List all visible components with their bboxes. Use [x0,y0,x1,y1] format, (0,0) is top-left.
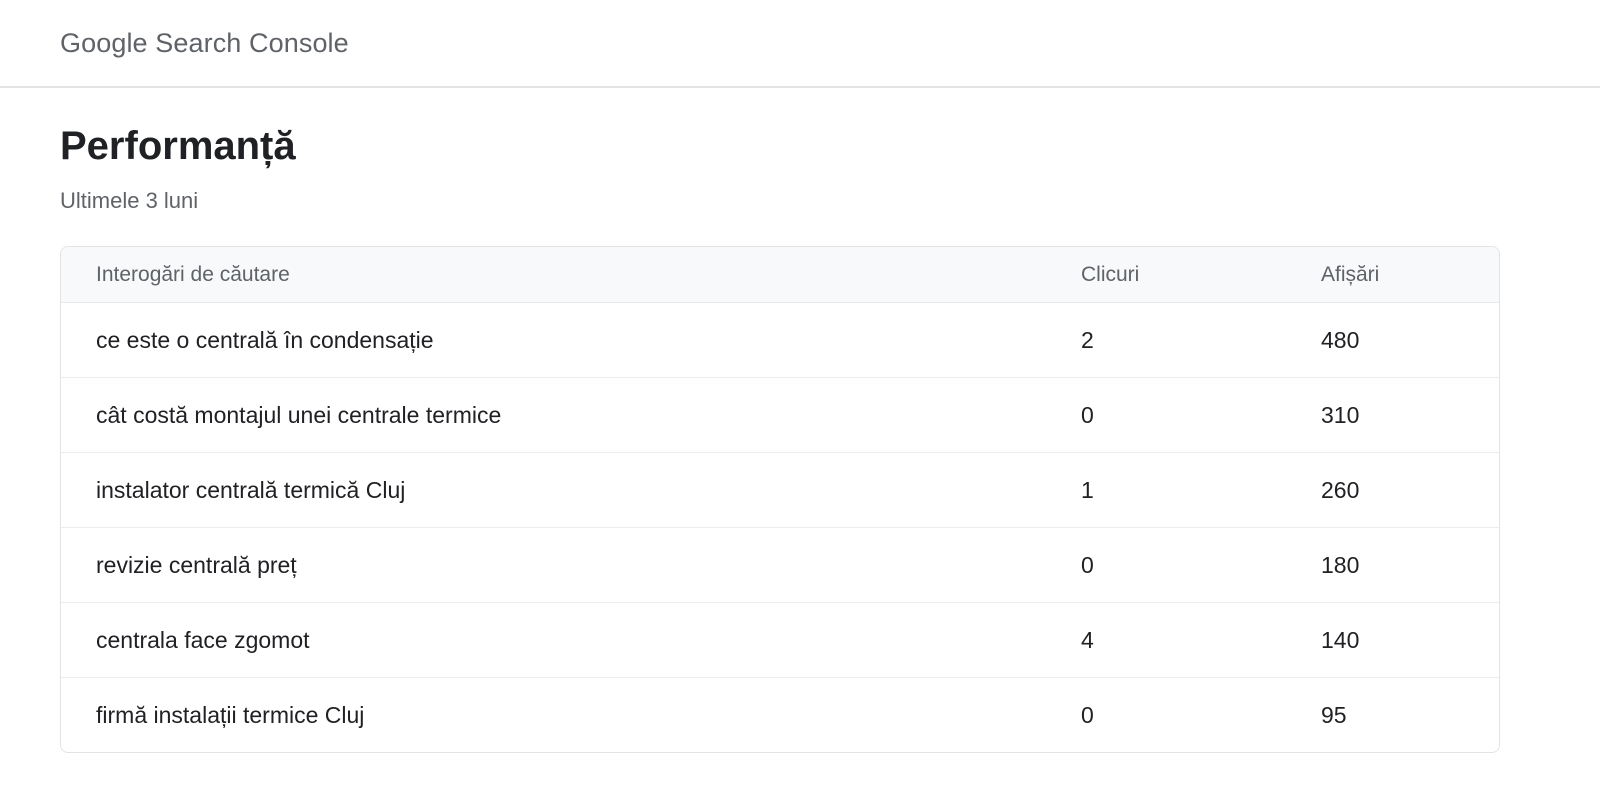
main-content: Performanță Ultimele 3 luni Interogări d… [0,88,1600,753]
date-range-label: Ultimele 3 luni [60,188,199,213]
query-cell: revizie centrală preț [96,551,297,578]
clicks-cell: 1 [1081,476,1094,503]
query-cell: centrala face zgomot [96,626,310,653]
impressions-cell: 95 [1321,701,1347,728]
impressions-cell: 140 [1321,626,1360,653]
clicks-cell: 2 [1081,326,1094,353]
impressions-cell: 310 [1321,401,1360,428]
table-row[interactable]: instalator centrală termică Cluj 1 260 [61,453,1499,528]
table-row[interactable]: firmă instalații termice Cluj 0 95 [61,678,1499,752]
clicks-cell: 4 [1081,626,1094,653]
table-row[interactable]: cât costă montajul unei centrale termice… [61,378,1499,453]
table-row[interactable]: ce este o centrală în condensație 2 480 [61,303,1499,378]
table-row[interactable]: revizie centrală preț 0 180 [61,528,1499,603]
page-title: Performanță [60,124,296,168]
table-row[interactable]: centrala face zgomot 4 140 [61,603,1499,678]
clicks-cell: 0 [1081,551,1094,578]
impressions-cell: 180 [1321,551,1360,578]
query-cell: ce este o centrală în condensație [96,326,434,353]
top-bar: Google Search Console [0,0,1600,88]
queries-table: Interogări de căutare Clicuri Afișări ce… [60,246,1500,753]
query-cell: instalator centrală termică Cluj [96,476,406,503]
column-header-impressions[interactable]: Afișări [1321,263,1499,287]
impressions-cell: 260 [1321,476,1360,503]
column-header-clicks[interactable]: Clicuri [1081,263,1321,287]
table-header: Interogări de căutare Clicuri Afișări [61,247,1499,303]
clicks-cell: 0 [1081,401,1094,428]
impressions-cell: 480 [1321,326,1360,353]
query-cell: firmă instalații termice Cluj [96,701,365,728]
column-header-queries[interactable]: Interogări de căutare [61,263,1081,287]
app-title[interactable]: Google Search Console [60,28,349,59]
query-cell: cât costă montajul unei centrale termice [96,401,502,428]
clicks-cell: 0 [1081,701,1094,728]
